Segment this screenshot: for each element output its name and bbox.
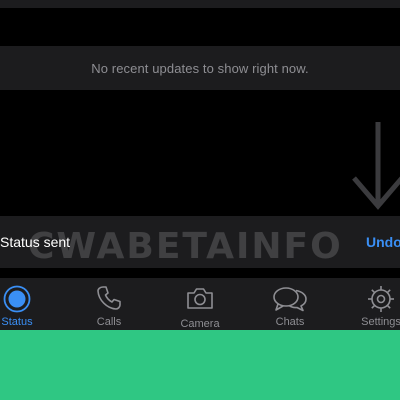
undo-button[interactable]: Undo bbox=[366, 234, 400, 250]
empty-updates-message: No recent updates to show right now. bbox=[91, 60, 309, 76]
toast-message: Status sent bbox=[0, 234, 71, 250]
gear-icon bbox=[368, 286, 394, 312]
tab-status-label: Status bbox=[1, 316, 33, 328]
phone-icon bbox=[97, 286, 121, 310]
status-screen: No recent updates to show right now. Sta… bbox=[0, 0, 400, 400]
bottom-green-panel bbox=[0, 330, 400, 400]
tab-camera-label: Camera bbox=[180, 318, 220, 330]
chat-bubbles-icon bbox=[273, 287, 307, 312]
top-list-edge bbox=[0, 0, 400, 8]
empty-updates-card: No recent updates to show right now. bbox=[0, 46, 400, 90]
watermark-arrow-icon bbox=[352, 122, 400, 210]
tab-calls-label: Calls bbox=[96, 316, 122, 328]
status-sent-toast: Status sent Undo bbox=[0, 216, 400, 268]
tab-camera[interactable]: Camera bbox=[160, 278, 240, 330]
tab-calls[interactable]: Calls bbox=[69, 278, 149, 330]
tab-settings-label: Settings bbox=[361, 316, 400, 328]
status-icon bbox=[3, 285, 31, 313]
camera-icon bbox=[187, 288, 213, 309]
tab-status[interactable]: Status bbox=[0, 278, 57, 330]
tab-settings[interactable]: Settings bbox=[341, 278, 400, 330]
tab-chats[interactable]: Chats bbox=[250, 278, 330, 330]
tab-bar: Status Calls Camera Chats Settings bbox=[0, 278, 400, 330]
tab-chats-label: Chats bbox=[275, 316, 305, 328]
